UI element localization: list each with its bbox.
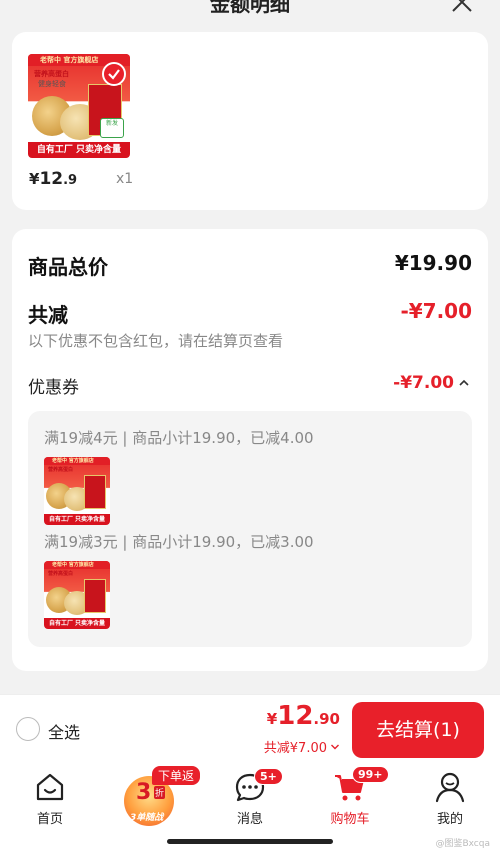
- discount-amount: 共减¥7.00: [263, 741, 327, 756]
- coupon-value: -¥7.00: [393, 373, 454, 393]
- tab-home[interactable]: 首页: [10, 770, 90, 827]
- currency-symbol: ¥: [266, 710, 278, 728]
- reduce-label: 共减: [28, 303, 68, 327]
- tab-messages-label: 消息: [236, 812, 263, 827]
- coupon-details: 满19减4元 | 商品小计19.90，已减4.00 老帮中 官方旗舰店 营养高蛋…: [28, 411, 472, 647]
- mini-thumb-tag: 营养高蛋白: [48, 571, 74, 577]
- reduce-value: -¥7.00: [400, 299, 472, 323]
- product-price: ¥12.9: [29, 169, 77, 189]
- checkout-button[interactable]: 去结算(1): [352, 702, 484, 758]
- home-indicator: [167, 839, 333, 844]
- coupon-toggle[interactable]: -¥7.00: [393, 373, 470, 393]
- mini-thumb-store: 老帮中 官方旗舰店: [44, 457, 110, 465]
- watermark: @图鉴Bxcqa: [435, 839, 490, 849]
- promo-tag: 下单返: [152, 766, 201, 785]
- tab-home-label: 首页: [36, 812, 63, 827]
- price-decimal: .90: [313, 710, 340, 728]
- product-image[interactable]: 老帮中 官方旗舰店 营养高蛋白 健身轻食 新发 自有工厂 只卖净含量: [28, 54, 130, 158]
- tab-mine-label: 我的: [436, 812, 463, 827]
- cart-badge: 99+: [352, 766, 389, 783]
- coupon-label: 优惠券: [28, 378, 79, 398]
- promo-text: 3单随战: [130, 813, 164, 823]
- selected-check-icon: [102, 62, 126, 86]
- tab-cart[interactable]: 购物车 99+: [310, 766, 390, 827]
- price-integer: 12: [277, 701, 314, 731]
- new-badge: 新发: [100, 118, 124, 138]
- messages-badge: 5+: [254, 768, 283, 785]
- thumb-tag-protein: 营养高蛋白: [34, 70, 69, 78]
- promo-discount-label: 折: [154, 786, 166, 799]
- home-icon: [36, 773, 64, 801]
- mini-thumb-band: 自有工厂 只卖净含量: [44, 514, 110, 525]
- total-value: ¥19.90: [394, 251, 472, 275]
- price-decimal: .9: [63, 173, 78, 188]
- tab-promo[interactable]: 3 折 3单随战 下单返: [118, 766, 204, 826]
- coupon-line-1: 满19减4元 | 商品小计19.90，已减4.00: [44, 429, 314, 447]
- price-summary-card: 商品总价 ¥19.90 共减 -¥7.00 以下优惠不包含红包，请在结算页查看 …: [12, 229, 488, 671]
- tab-cart-label: 购物车: [330, 812, 370, 827]
- mini-thumb-band: 自有工厂 只卖净含量: [44, 618, 110, 629]
- promo-number: 3: [136, 780, 152, 805]
- product-quantity: x1: [116, 171, 134, 187]
- thumb-tag-fitness: 健身轻食: [38, 80, 66, 88]
- checkout-bar: 全选 ¥12.90 共减¥7.00 去结算(1): [0, 694, 500, 762]
- coupon-product-image-1[interactable]: 老帮中 官方旗舰店 营养高蛋白 自有工厂 只卖净含量: [44, 457, 110, 525]
- total-label: 商品总价: [28, 255, 108, 279]
- mini-thumb-tag: 营养高蛋白: [48, 467, 74, 473]
- tab-messages[interactable]: 消息 5+: [210, 768, 290, 827]
- thumb-band: 自有工厂 只卖净含量: [28, 142, 130, 158]
- discount-note: 以下优惠不包含红包，请在结算页查看: [28, 332, 284, 350]
- chevron-down-icon: [331, 744, 339, 749]
- package-image: [84, 579, 106, 613]
- coupon-line-2: 满19减3元 | 商品小计19.90，已减3.00: [44, 533, 314, 551]
- select-all-radio[interactable]: [16, 717, 40, 741]
- user-icon: [435, 772, 465, 803]
- tab-mine[interactable]: 我的: [410, 770, 490, 827]
- bottom-tab-bar: 首页 3 折 3单随战 下单返 消息 5+ 购物车 99+ 我的: [0, 762, 500, 855]
- package-image: [84, 475, 106, 509]
- currency-symbol: ¥: [29, 170, 40, 188]
- coupon-product-image-2[interactable]: 老帮中 官方旗舰店 营养高蛋白 自有工厂 只卖净含量: [44, 561, 110, 629]
- close-icon[interactable]: [450, 0, 474, 14]
- mini-thumb-store: 老帮中 官方旗舰店: [44, 561, 110, 569]
- chevron-up-icon: [459, 379, 469, 386]
- total-price: ¥12.90: [267, 701, 340, 731]
- select-all-label[interactable]: 全选: [48, 719, 80, 743]
- price-integer: 12: [39, 169, 64, 189]
- sheet-title: 金额明细: [210, 0, 290, 16]
- product-card: 老帮中 官方旗舰店 营养高蛋白 健身轻食 新发 自有工厂 只卖净含量 ¥12.9…: [12, 32, 488, 210]
- discount-detail-toggle[interactable]: 共减¥7.00: [264, 737, 340, 756]
